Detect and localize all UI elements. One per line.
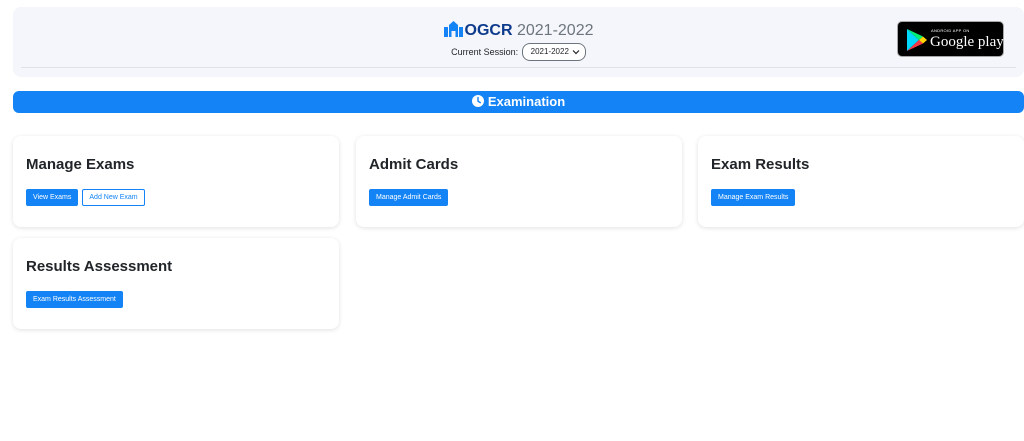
brand: OGCR 2021-2022 xyxy=(13,20,1024,40)
view-exams-button[interactable]: View Exams xyxy=(26,189,79,206)
section-title: Examination xyxy=(487,94,566,109)
school-logo-icon xyxy=(443,21,463,37)
google-play-icon xyxy=(907,29,927,51)
badge-big-text: Google play xyxy=(930,34,1004,50)
clock-icon xyxy=(471,95,484,107)
app-name: OGCR xyxy=(464,22,513,39)
app-year: 2021-2022 xyxy=(516,22,594,39)
session-row: Current Session: 2021-2022 xyxy=(13,43,1024,61)
card-manage-exams: Manage Exams View Exams Add New Exam xyxy=(13,136,339,227)
add-new-exam-button[interactable]: Add New Exam xyxy=(82,189,145,206)
card-results-assessment: Results Assessment Exam Results Assessme… xyxy=(13,238,339,329)
session-value: 2021-2022 xyxy=(530,47,569,56)
card-title: Admit Cards xyxy=(369,156,459,173)
card-exam-results: Exam Results Manage Exam Results xyxy=(698,136,1024,227)
badge-small-text: ANDROID APP ON xyxy=(931,28,970,33)
chevron-down-icon xyxy=(572,50,580,55)
session-label: Current Session: xyxy=(451,47,519,57)
header: OGCR 2021-2022 Current Session: 2021-202… xyxy=(13,7,1024,77)
manage-exam-results-button[interactable]: Manage Exam Results xyxy=(711,189,796,206)
card-title: Exam Results xyxy=(711,156,810,173)
manage-admit-cards-button[interactable]: Manage Admit Cards xyxy=(369,189,449,206)
google-play-badge[interactable]: ANDROID APP ON Google play xyxy=(897,21,1004,57)
card-title: Manage Exams xyxy=(26,156,135,173)
header-divider xyxy=(21,67,1016,68)
card-admit-cards: Admit Cards Manage Admit Cards xyxy=(356,136,682,227)
card-title: Results Assessment xyxy=(26,258,173,275)
session-select[interactable]: 2021-2022 xyxy=(521,43,586,61)
exam-results-assessment-button[interactable]: Exam Results Assessment xyxy=(26,291,123,308)
examination-bar: Examination xyxy=(13,91,1024,113)
